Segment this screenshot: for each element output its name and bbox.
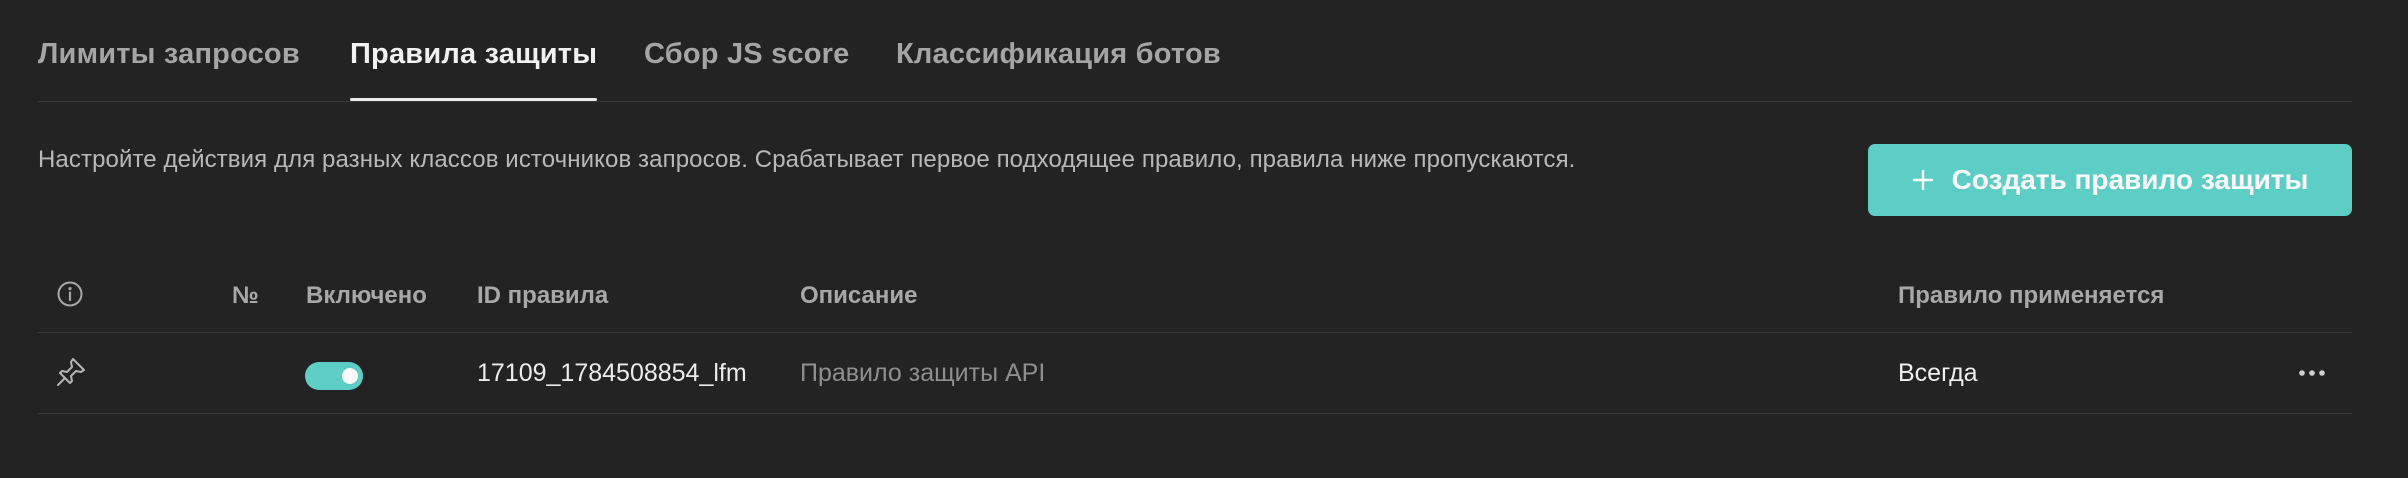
rule-description: Правило защиты API <box>800 359 1046 387</box>
create-protection-rule-button[interactable]: Создать правило защиты <box>1868 144 2352 216</box>
tab-request-limits[interactable]: Лимиты запросов <box>38 38 300 101</box>
table-header: № Включено ID правила Описание Правило п… <box>38 266 2352 333</box>
rules-table: № Включено ID правила Описание Правило п… <box>38 266 2352 414</box>
toggle-knob <box>342 368 358 384</box>
enabled-toggle[interactable] <box>305 362 363 390</box>
column-number: № <box>232 282 259 309</box>
table-row: 17109_1784508854_lfm Правило защиты API … <box>38 333 2352 414</box>
plus-icon <box>1912 169 1934 191</box>
create-button-label: Создать правило защиты <box>1951 164 2309 195</box>
rule-id: 17109_1784508854_lfm <box>477 359 747 387</box>
more-horizontal-icon[interactable] <box>2298 369 2326 377</box>
tab-protection-rules[interactable]: Правила защиты <box>350 38 598 101</box>
tab-js-score[interactable]: Сбор JS score <box>644 38 849 101</box>
column-description: Описание <box>800 282 918 309</box>
column-enabled: Включено <box>306 282 427 309</box>
rule-applies: Всегда <box>1898 359 1978 387</box>
page-content: Лимиты запросов Правила защиты Сбор JS s… <box>38 0 2352 478</box>
tab-bar: Лимиты запросов Правила защиты Сбор JS s… <box>38 0 2352 102</box>
tab-bot-classification[interactable]: Классификация ботов <box>896 38 1221 101</box>
info-icon[interactable] <box>56 280 84 308</box>
pin-icon[interactable] <box>54 355 88 389</box>
column-rule-id: ID правила <box>477 282 609 309</box>
column-applies: Правило применяется <box>1898 282 2165 309</box>
section-description: Настройте действия для разных классов ис… <box>38 146 1576 173</box>
